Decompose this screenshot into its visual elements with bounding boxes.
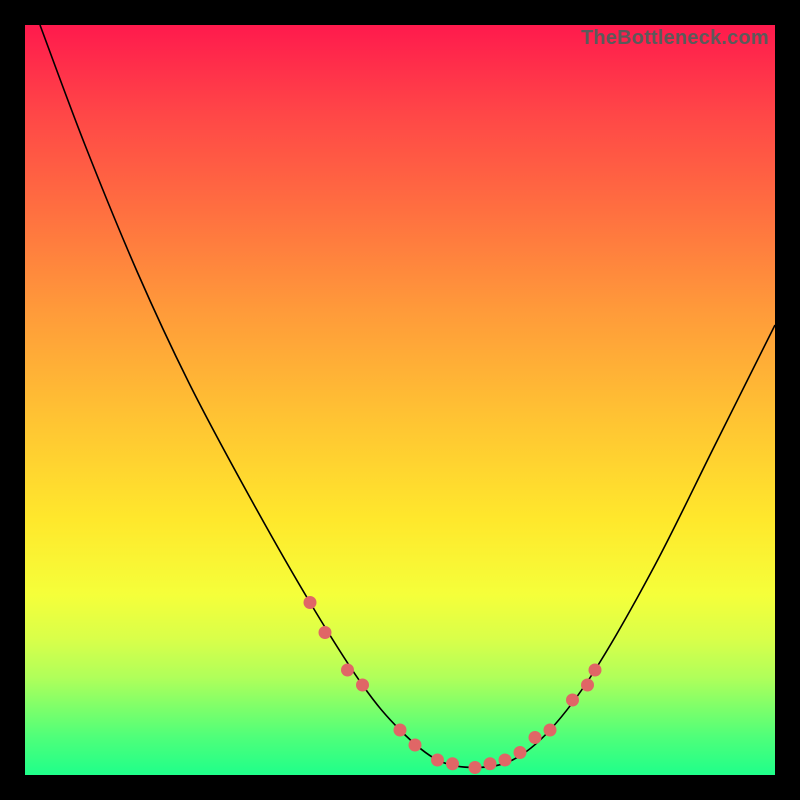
marker-point	[529, 731, 542, 744]
marker-point	[394, 724, 407, 737]
marker-point	[304, 596, 317, 609]
marker-point	[566, 694, 579, 707]
marker-point	[469, 761, 482, 774]
chart-svg	[25, 25, 775, 775]
marker-point	[319, 626, 332, 639]
marker-point	[544, 724, 557, 737]
marker-point	[484, 757, 497, 770]
marker-point	[341, 664, 354, 677]
marker-point	[356, 679, 369, 692]
marker-point	[431, 754, 444, 767]
marker-point	[514, 746, 527, 759]
chart-plot-area: TheBottleneck.com	[25, 25, 775, 775]
bottleneck-curve	[40, 25, 775, 768]
marker-point	[499, 754, 512, 767]
marker-group	[304, 596, 602, 774]
marker-point	[581, 679, 594, 692]
marker-point	[409, 739, 422, 752]
marker-point	[589, 664, 602, 677]
marker-point	[446, 757, 459, 770]
